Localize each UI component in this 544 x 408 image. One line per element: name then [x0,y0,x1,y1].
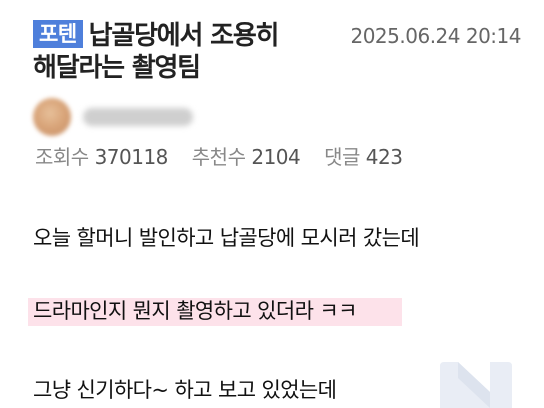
avatar[interactable] [33,98,71,136]
post-stats: 조회수 370118 추천수 2104 댓글 423 [35,143,420,171]
n-logo-watermark-icon [440,362,512,408]
views-label: 조회수 [35,145,89,169]
post-title-line1: 납골당에서 조용히 [88,21,280,51]
post-header: 포텐 납골당에서 조용히 해달라는 촬영팀 2025.06.24 20:14 [33,20,533,84]
post-date: 2025.06.24 20:14 [350,24,521,48]
comments-value: 423 [365,145,403,169]
comments-stat[interactable]: 댓글 423 [324,145,403,169]
post-body-line: 오늘 할머니 발인하고 납골당에 모시러 갔는데 [33,226,420,250]
author-info[interactable] [33,98,193,136]
views-stat: 조회수 370118 [35,145,168,169]
views-value: 370118 [94,145,169,169]
comments-label: 댓글 [324,145,360,169]
category-badge[interactable]: 포텐 [33,20,83,48]
post-body-line: 드라마인지 뭔지 촬영하고 있더라 ㅋㅋ [33,299,357,323]
post-body-line: 그냥 신기하다~ 하고 보고 있었는데 [33,378,337,402]
likes-value: 2104 [251,145,301,169]
likes-label: 추천수 [191,145,246,169]
author-nickname-blurred[interactable] [83,108,193,126]
post-title-line2: 해달라는 촬영팀 [33,53,201,83]
likes-stat: 추천수 2104 [191,145,301,169]
